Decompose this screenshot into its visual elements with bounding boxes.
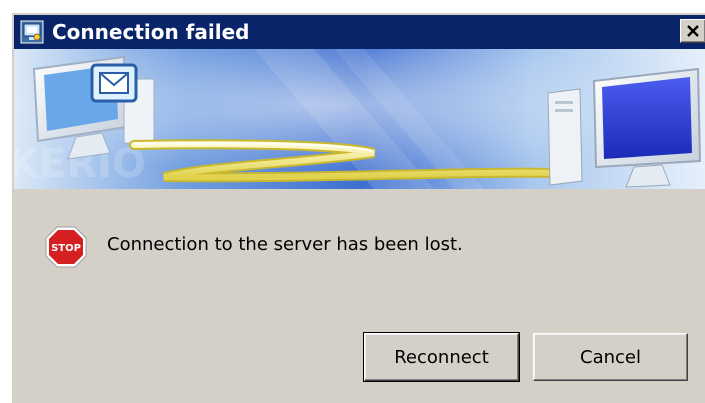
message-text: Connection to the server has been lost. — [107, 234, 463, 255]
reconnect-button[interactable]: Reconnect — [363, 332, 520, 382]
window-title: Connection failed — [52, 20, 250, 44]
header-banner: KERIO — [14, 49, 705, 189]
title-bar[interactable]: Connection failed — [14, 15, 705, 49]
close-icon — [687, 25, 699, 37]
app-window-icon — [20, 20, 44, 44]
svg-text:STOP: STOP — [51, 243, 81, 254]
close-button[interactable] — [680, 19, 705, 43]
stop-icon: STOP — [44, 225, 88, 269]
cancel-button[interactable]: Cancel — [533, 333, 688, 381]
dialog-window: Connection failed KERIO STOP Connection … — [11, 13, 705, 403]
